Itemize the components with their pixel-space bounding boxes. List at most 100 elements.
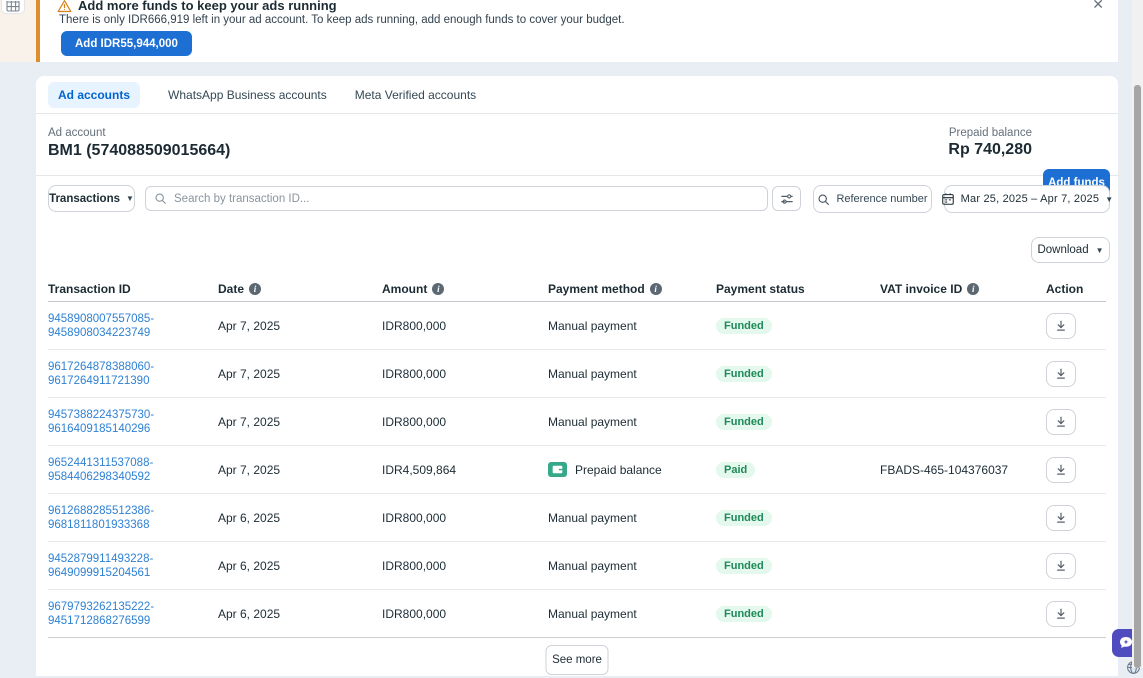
billing-activity-card: Ad accounts WhatsApp Business accounts M… [36, 76, 1118, 676]
info-icon[interactable] [432, 283, 444, 295]
date-range-picker[interactable]: Mar 25, 2025 – Apr 7, 2025 ▼ [944, 185, 1110, 213]
filter-options-button[interactable] [772, 186, 801, 211]
download-invoice-button[interactable] [1046, 505, 1076, 531]
transaction-id-line: 9452879911493228- [48, 552, 218, 566]
tab-meta-verified-accounts[interactable]: Meta Verified accounts [355, 88, 476, 102]
transaction-id-cell: 9652441311537088-9584406298340592 [48, 456, 218, 484]
action-cell [1046, 553, 1106, 579]
amount-cell: IDR800,000 [382, 319, 548, 333]
table-row: 9457388224375730-9616409185140296Apr 7, … [48, 398, 1106, 446]
account-header: Ad account BM1 (574088509015664) Prepaid… [36, 114, 1118, 176]
table-row: 9452879911493228-9649099915204561Apr 6, … [48, 542, 1106, 590]
date-cell: Apr 7, 2025 [218, 415, 382, 429]
reference-number-label: Reference number [836, 193, 927, 205]
payment-status-badge: Funded [716, 510, 772, 526]
payment-method-label: Prepaid balance [575, 463, 662, 477]
transaction-id-link[interactable]: 9458908007557085-9458908034223749 [48, 312, 218, 340]
payment-method-label: Manual payment [548, 511, 637, 525]
download-invoice-button[interactable] [1046, 313, 1076, 339]
transaction-id-cell: 9612688285512386-9681811801933368 [48, 504, 218, 532]
prepaid-balance-value: Rp 740,280 [948, 141, 1032, 159]
wallet-icon [548, 462, 567, 477]
ad-account-name: BM1 (574088509015664) [48, 142, 230, 160]
date-cell: Apr 7, 2025 [218, 463, 382, 477]
date-cell: Apr 7, 2025 [218, 319, 382, 333]
info-icon[interactable] [650, 283, 662, 295]
download-invoice-button[interactable] [1046, 457, 1076, 483]
tab-ad-accounts[interactable]: Ad accounts [48, 82, 140, 108]
action-cell [1046, 313, 1106, 339]
download-invoice-button[interactable] [1046, 601, 1076, 627]
transaction-id-link[interactable]: 9457388224375730-9616409185140296 [48, 408, 218, 436]
amount-cell: IDR800,000 [382, 511, 548, 525]
transaction-search [145, 186, 768, 211]
date-range-label: Mar 25, 2025 – Apr 7, 2025 [961, 193, 1100, 205]
banner-title: Add more funds to keep your ads running [78, 0, 337, 13]
column-action: Action [1046, 282, 1106, 296]
column-payment-method: Payment method [548, 282, 716, 296]
transaction-id-link[interactable]: 9612688285512386-9681811801933368 [48, 504, 218, 532]
transaction-id-link[interactable]: 9679793262135222-9451712868276599 [48, 600, 218, 628]
search-icon [817, 193, 830, 206]
transaction-id-link[interactable]: 9652441311537088-9584406298340592 [48, 456, 218, 484]
payment-method-cell: Manual payment [548, 367, 716, 381]
banner-add-funds-button[interactable]: Add IDR55,944,000 [61, 31, 192, 56]
transaction-id-cell: 9679793262135222-9451712868276599 [48, 600, 218, 628]
payment-status-cell: Funded [716, 318, 880, 334]
payment-status-cell: Funded [716, 510, 880, 526]
tab-whatsapp-business-accounts[interactable]: WhatsApp Business accounts [168, 88, 327, 102]
transaction-id-line: 9612688285512386- [48, 504, 218, 518]
scrollbar-thumb[interactable] [1134, 85, 1141, 668]
info-icon[interactable] [249, 283, 261, 295]
transactions-type-dropdown[interactable]: Transactions ▼ [48, 185, 135, 212]
sidebar-toggle-button[interactable] [1, 0, 25, 14]
transaction-id-link[interactable]: 9452879911493228-9649099915204561 [48, 552, 218, 580]
download-invoice-button[interactable] [1046, 361, 1076, 387]
download-icon [1054, 607, 1068, 621]
payment-status-badge: Funded [716, 606, 772, 622]
payment-status-badge: Funded [716, 414, 772, 430]
payment-method-label: Manual payment [548, 559, 637, 573]
account-type-tabs: Ad accounts WhatsApp Business accounts M… [36, 76, 1118, 114]
payment-method-label: Manual payment [548, 415, 637, 429]
download-dropdown-button[interactable]: Download ▼ [1031, 237, 1110, 263]
transaction-id-link[interactable]: 9617264878388060-9617264911721390 [48, 360, 218, 388]
payment-status-cell: Funded [716, 366, 880, 382]
amount-cell: IDR4,509,864 [382, 463, 548, 477]
payment-status-cell: Funded [716, 606, 880, 622]
amount-cell: IDR800,000 [382, 559, 548, 573]
action-cell [1046, 505, 1106, 531]
download-invoice-button[interactable] [1046, 553, 1076, 579]
payment-status-badge: Funded [716, 558, 772, 574]
payment-status-cell: Funded [716, 558, 880, 574]
close-icon[interactable]: ✕ [1092, 0, 1104, 13]
amount-cell: IDR800,000 [382, 367, 548, 381]
transaction-id-line: 9652441311537088- [48, 456, 218, 470]
payment-status-cell: Funded [716, 414, 880, 430]
transaction-id-line: 9649099915204561 [48, 566, 218, 580]
download-icon [1054, 319, 1068, 333]
date-cell: Apr 6, 2025 [218, 607, 382, 621]
prepaid-balance: Prepaid balance Rp 740,280 [948, 127, 1032, 159]
download-icon [1054, 415, 1068, 429]
reference-number-button[interactable]: Reference number [813, 185, 932, 213]
transaction-id-cell: 9617264878388060-9617264911721390 [48, 360, 218, 388]
action-cell [1046, 457, 1106, 483]
payment-status-badge: Funded [716, 366, 772, 382]
table-header: Transaction ID Date Amount Payment metho… [48, 277, 1106, 302]
date-cell: Apr 7, 2025 [218, 367, 382, 381]
download-icon [1054, 559, 1068, 573]
column-date: Date [218, 282, 382, 296]
search-input[interactable] [174, 193, 759, 205]
grid-icon [6, 1, 20, 13]
payment-method-label: Manual payment [548, 319, 637, 333]
transaction-id-cell: 9457388224375730-9616409185140296 [48, 408, 218, 436]
transaction-id-line: 9451712868276599 [48, 614, 218, 628]
transaction-id-line: 9679793262135222- [48, 600, 218, 614]
ad-account-label: Ad account [48, 127, 106, 139]
see-more-button[interactable]: See more [546, 645, 609, 675]
vat-invoice-cell: FBADS-465-104376037 [880, 463, 1046, 477]
warning-icon [57, 0, 72, 13]
download-invoice-button[interactable] [1046, 409, 1076, 435]
info-icon[interactable] [967, 283, 979, 295]
